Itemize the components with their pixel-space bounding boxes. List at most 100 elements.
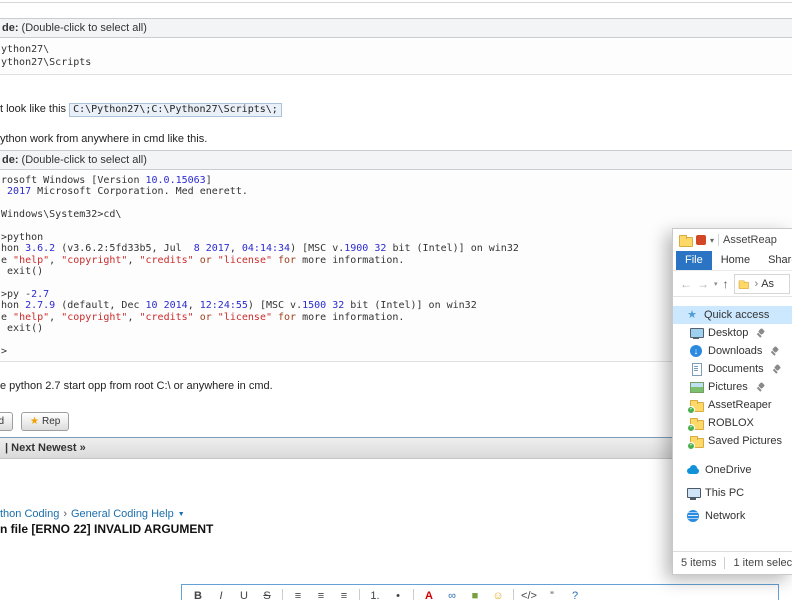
font-color-icon[interactable]: A bbox=[421, 590, 437, 600]
sidebar-item-assetreaper[interactable]: AssetReaper bbox=[673, 396, 792, 414]
tab-file[interactable]: File bbox=[676, 251, 712, 270]
underline-icon[interactable]: U bbox=[236, 590, 252, 600]
code-block-1-body: ython27\ ython27\Scripts bbox=[0, 39, 792, 75]
sidebar-item-network[interactable]: Network bbox=[673, 504, 792, 527]
bold-icon[interactable]: B bbox=[190, 590, 206, 600]
post-paragraph: e python 2.7 start opp from root C:\ or … bbox=[0, 380, 273, 392]
image-icon[interactable]: ■ bbox=[467, 590, 483, 600]
code-select-hint[interactable]: (Double-click to select all) bbox=[19, 22, 147, 34]
onedrive-icon bbox=[686, 463, 700, 477]
address-crumb: As bbox=[761, 277, 775, 290]
pin-icon bbox=[772, 364, 781, 374]
sidebar-item-pictures[interactable]: Pictures bbox=[673, 378, 792, 396]
sidebar-item-desktop[interactable]: Desktop bbox=[673, 324, 792, 342]
chevron-down-icon[interactable]: ▾ bbox=[710, 236, 714, 245]
breadcrumb-separator: › bbox=[63, 508, 67, 520]
ribbon-tabs: File Home Share bbox=[673, 251, 792, 271]
nav-tree-list: OneDrive This PC Network bbox=[673, 458, 792, 527]
sidebar-item-label: Network bbox=[705, 509, 746, 522]
breadcrumb: thon Coding › General Coding Help ▼ bbox=[0, 508, 185, 520]
sidebar-item-label: Pictures bbox=[708, 381, 748, 393]
sidebar-item-this-pc[interactable]: This PC bbox=[673, 481, 792, 504]
explorer-nav-bar: ← → ▾ ↑ › As bbox=[673, 271, 792, 297]
network-icon bbox=[686, 509, 700, 523]
documents-icon bbox=[689, 362, 703, 376]
breadcrumb-link-subforum[interactable]: General Coding Help bbox=[71, 508, 174, 520]
sidebar-item-roblox[interactable]: ROBLOX bbox=[673, 414, 792, 432]
align-left-icon[interactable]: ≡ bbox=[290, 590, 306, 600]
find-button[interactable]: nd bbox=[0, 412, 14, 431]
file-explorer-window: ▾ AssetReap File Home Share ← → ▾ ↑ › As… bbox=[672, 228, 792, 575]
status-bar: 5 items 1 item selected bbox=[673, 551, 792, 574]
explorer-app-icon bbox=[678, 233, 693, 247]
sidebar-item-label: ROBLOX bbox=[708, 417, 754, 429]
italic-icon[interactable]: I bbox=[213, 590, 229, 600]
ordered-list-icon[interactable]: 1. bbox=[367, 590, 383, 600]
toolbar-separator bbox=[359, 589, 360, 600]
forum-jump-icon[interactable]: ▼ bbox=[178, 511, 185, 518]
forum-page: de: (Double-click to select all) ython27… bbox=[0, 0, 792, 600]
up-icon[interactable]: ↑ bbox=[723, 277, 729, 291]
toolbar-separator bbox=[282, 589, 283, 600]
code-label: de: bbox=[2, 22, 19, 34]
sync-check-icon bbox=[687, 405, 695, 414]
desktop-icon bbox=[689, 326, 704, 340]
folder-icon bbox=[687, 398, 704, 414]
sidebar-item-label: Saved Pictures bbox=[708, 435, 782, 447]
folder-icon bbox=[687, 416, 704, 432]
post-divider bbox=[0, 2, 792, 3]
sidebar-item-label: This PC bbox=[705, 486, 745, 499]
sidebar-item-downloads[interactable]: Downloads bbox=[673, 342, 792, 360]
sync-check-icon bbox=[687, 441, 695, 450]
explorer-titlebar[interactable]: ▾ AssetReap bbox=[673, 229, 792, 251]
align-center-icon[interactable]: ≡ bbox=[313, 590, 329, 600]
star-icon bbox=[685, 308, 699, 322]
folder-icon bbox=[738, 278, 749, 289]
breadcrumb-link-forum[interactable]: thon Coding bbox=[0, 508, 59, 520]
rep-button-label: Rep bbox=[41, 416, 61, 427]
align-right-icon[interactable]: ≡ bbox=[336, 590, 352, 600]
star-icon: ★ bbox=[30, 416, 39, 427]
sidebar-item-documents[interactable]: Documents bbox=[673, 360, 792, 378]
smiley-icon[interactable]: ☺ bbox=[490, 590, 506, 600]
tab-home[interactable]: Home bbox=[712, 251, 759, 270]
sidebar-item-label: Desktop bbox=[708, 327, 749, 339]
paragraph-text: t look like this bbox=[0, 103, 70, 115]
downloads-icon bbox=[689, 344, 703, 358]
code-line: rosoft Windows [Version 10.0.15063] bbox=[1, 175, 212, 186]
status-divider bbox=[724, 557, 726, 569]
code-block-header: de: (Double-click to select all) bbox=[0, 150, 792, 170]
address-bar[interactable]: › As bbox=[733, 273, 790, 294]
code-line: ython27\ bbox=[1, 44, 50, 55]
post-paragraph: t look like this C:\Python27\;C:\Python2… bbox=[0, 103, 282, 117]
sidebar-item-label: OneDrive bbox=[705, 463, 752, 476]
toolbar-separator bbox=[413, 589, 414, 600]
strikethrough-icon[interactable]: S bbox=[259, 590, 275, 600]
breadcrumb-chevron-icon: › bbox=[754, 277, 759, 290]
toolbar-separator bbox=[513, 589, 514, 600]
pc-icon bbox=[686, 486, 701, 500]
titlebar-divider bbox=[718, 234, 720, 246]
sidebar-item-saved-pictures[interactable]: Saved Pictures bbox=[673, 432, 792, 450]
quick-access-toolbar-icon[interactable] bbox=[696, 235, 706, 245]
folder-icon bbox=[687, 434, 704, 450]
rep-button[interactable]: ★ Rep bbox=[21, 412, 70, 431]
sidebar-item-quick-access[interactable]: Quick access bbox=[673, 306, 792, 324]
help-icon[interactable]: ? bbox=[567, 590, 583, 600]
sync-check-icon bbox=[687, 423, 695, 432]
link-icon[interactable]: ∞ bbox=[444, 590, 460, 600]
sidebar-item-label: AssetReaper bbox=[708, 399, 772, 411]
quote-icon[interactable]: ” bbox=[544, 590, 560, 600]
sidebar-item-onedrive[interactable]: OneDrive bbox=[673, 458, 792, 481]
back-icon[interactable]: ← bbox=[680, 277, 692, 291]
tab-share[interactable]: Share bbox=[759, 251, 792, 270]
forward-icon[interactable]: → bbox=[697, 277, 709, 291]
pin-icon bbox=[756, 382, 765, 392]
history-dropdown-icon[interactable]: ▾ bbox=[714, 280, 718, 288]
window-title: AssetReap bbox=[723, 234, 777, 246]
code-icon[interactable]: </> bbox=[521, 590, 537, 600]
code-line: Windows\System32>cd\ bbox=[1, 209, 122, 221]
unordered-list-icon[interactable]: • bbox=[390, 590, 406, 600]
code-select-hint[interactable]: (Double-click to select all) bbox=[19, 154, 147, 166]
